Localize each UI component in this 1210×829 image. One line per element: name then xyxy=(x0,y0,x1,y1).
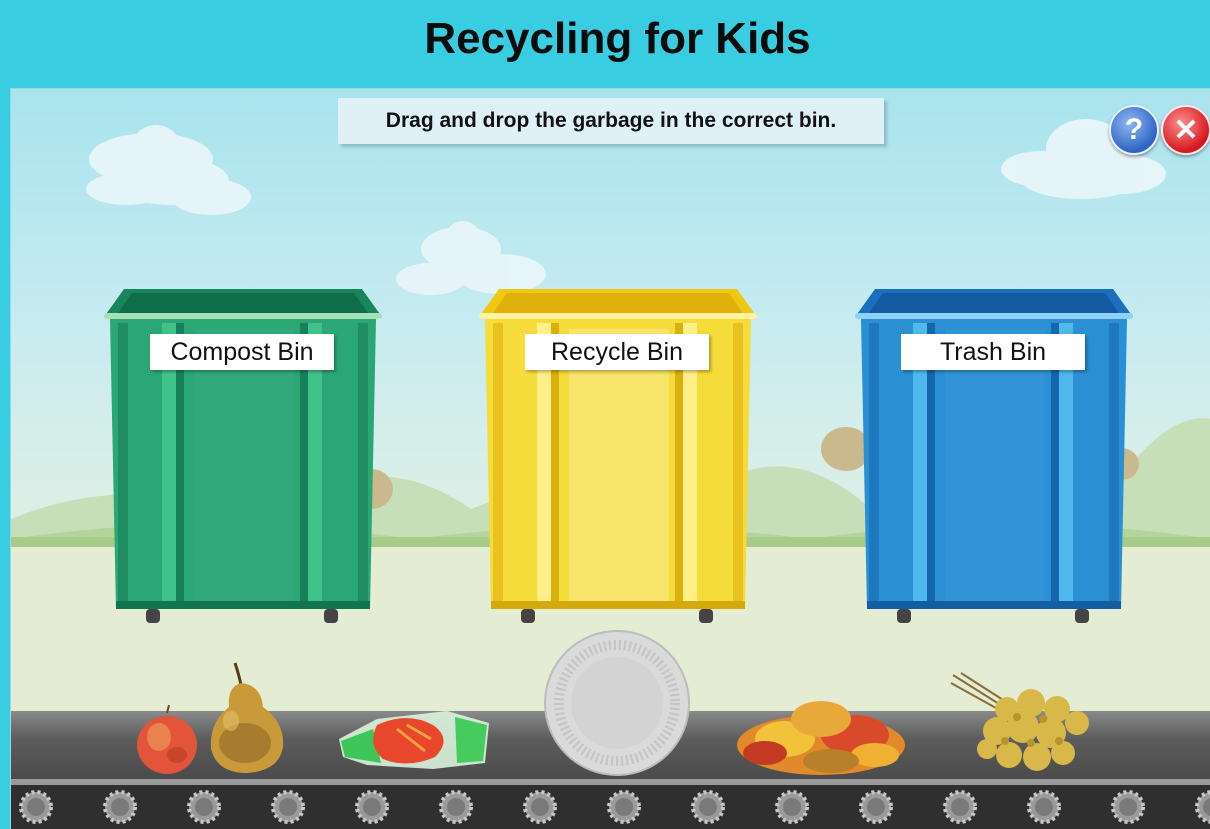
page-title: Recycling for Kids xyxy=(424,14,811,63)
conveyor-gear-icon xyxy=(1195,790,1210,824)
paper-plate-item[interactable] xyxy=(543,629,691,781)
pear-icon xyxy=(210,662,284,773)
conveyor-gear-icon xyxy=(859,790,893,824)
conveyor-gear-icon xyxy=(1027,790,1061,824)
dried-flowers-item[interactable] xyxy=(947,669,1103,785)
conveyor-gear-icon xyxy=(943,790,977,824)
conveyor-gear-icon xyxy=(691,790,725,824)
close-button[interactable]: ✕ xyxy=(1161,105,1210,155)
question-icon: ? xyxy=(1124,113,1144,146)
recycle-bin-label: Recycle Bin xyxy=(525,334,709,370)
dry-leaves-item[interactable] xyxy=(735,689,907,781)
conveyor-gear-icon xyxy=(355,790,389,824)
help-button[interactable]: ? xyxy=(1109,105,1159,155)
close-icon: ✕ xyxy=(1173,113,1199,147)
conveyor-gear-icon xyxy=(187,790,221,824)
apple-icon xyxy=(137,704,197,774)
plastic-wrapper-icon xyxy=(339,711,489,769)
trash-bin[interactable]: Trash Bin xyxy=(855,289,1133,625)
compost-bin-label: Compost Bin xyxy=(150,334,334,370)
game-stage: Drag and drop the garbage in the correct… xyxy=(10,88,1210,829)
dried-flowers-icon xyxy=(950,672,1089,771)
conveyor-gear-icon xyxy=(439,790,473,824)
pear-item[interactable] xyxy=(205,661,287,781)
trash-bin-label: Trash Bin xyxy=(901,334,1085,370)
conveyor-gear-icon xyxy=(1111,790,1145,824)
conveyor-gear-icon xyxy=(607,790,641,824)
conveyor-gear-icon xyxy=(523,790,557,824)
apple-item[interactable] xyxy=(135,704,199,779)
conveyor-gear-icon xyxy=(103,790,137,824)
header-bar: Recycling for Kids xyxy=(0,0,1210,88)
instruction-banner: Drag and drop the garbage in the correct… xyxy=(338,98,884,144)
recycle-bin[interactable]: Recycle Bin xyxy=(479,289,757,625)
plastic-wrapper-item[interactable] xyxy=(337,705,491,775)
conveyor-gear-icon xyxy=(19,790,53,824)
conveyor-gear-icon xyxy=(271,790,305,824)
leaves-icon xyxy=(737,701,905,775)
conveyor-gear-icon xyxy=(775,790,809,824)
compost-bin[interactable]: Compost Bin xyxy=(104,289,382,625)
paper-plate-icon xyxy=(544,630,690,776)
